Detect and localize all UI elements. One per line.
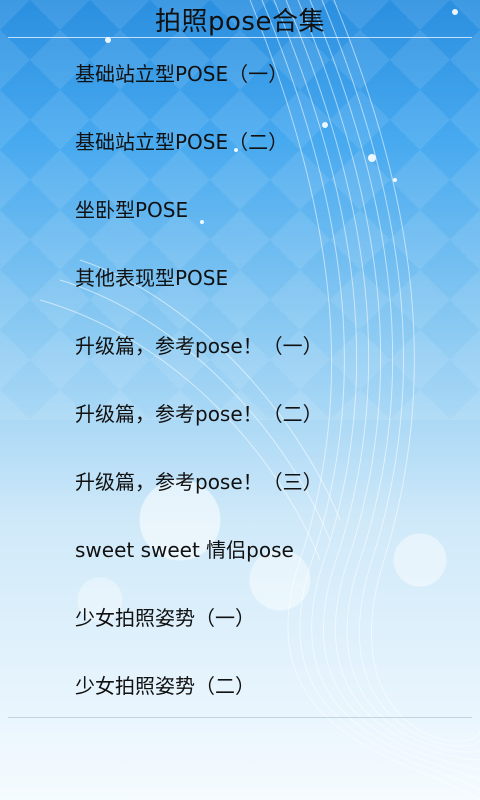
menu-item-advanced-3[interactable]: 升级篇，参考pose！（三） <box>0 446 480 514</box>
page-title: 拍照pose合集 <box>155 6 325 37</box>
pose-menu-list: 基础站立型POSE（一） 基础站立型POSE（二） 坐卧型POSE 其他表现型P… <box>0 38 480 718</box>
menu-item-advanced-1[interactable]: 升级篇，参考pose！（一） <box>0 310 480 378</box>
menu-item-couple-pose[interactable]: sweet sweet 情侣pose <box>0 514 480 582</box>
menu-item-basic-standing-1[interactable]: 基础站立型POSE（一） <box>0 38 480 106</box>
menu-item-girl-photo-1[interactable]: 少女拍照姿势（一） <box>0 582 480 650</box>
menu-item-girl-photo-2[interactable]: 少女拍照姿势（二） <box>0 650 480 718</box>
menu-item-basic-standing-2[interactable]: 基础站立型POSE（二） <box>0 106 480 174</box>
title-bar: 拍照pose合集 <box>0 0 480 38</box>
menu-item-sitting-lying[interactable]: 坐卧型POSE <box>0 174 480 242</box>
list-end-divider <box>8 717 472 718</box>
menu-item-advanced-2[interactable]: 升级篇，参考pose！（二） <box>0 378 480 446</box>
menu-item-other-expressive[interactable]: 其他表现型POSE <box>0 242 480 310</box>
